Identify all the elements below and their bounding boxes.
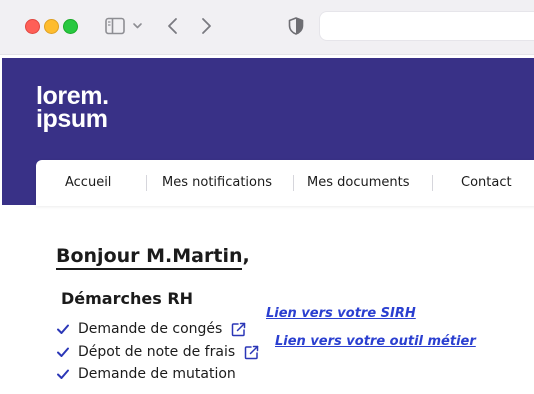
task-label[interactable]: Demande de mutation	[78, 366, 236, 382]
shield-icon	[288, 17, 304, 35]
task-label[interactable]: Dépot de note de frais	[78, 344, 235, 360]
nav-item-contact[interactable]: Contact	[461, 160, 512, 206]
business-tool-link[interactable]: Lien vers votre outil métier	[275, 334, 476, 349]
sidebar-toggle-button[interactable]	[105, 17, 145, 35]
back-arrow-icon	[168, 18, 177, 34]
greeting-name: Bonjour M.Martin	[56, 245, 243, 270]
external-link-icon[interactable]	[243, 344, 260, 361]
nav-divider	[146, 175, 147, 191]
address-bar[interactable]	[320, 12, 534, 40]
sidebar-icon	[105, 17, 142, 35]
forward-button[interactable]	[196, 16, 216, 36]
privacy-report-button[interactable]	[286, 16, 306, 36]
task-item: Demande de congés	[56, 319, 247, 339]
checkmark-icon	[57, 369, 69, 379]
nav-divider	[293, 175, 294, 191]
forward-arrow-icon	[202, 18, 211, 34]
brand-logo[interactable]: lorem. ipsum	[36, 84, 109, 133]
checkmark-icon	[57, 324, 69, 334]
chevron-down-icon	[133, 23, 142, 29]
sirh-link[interactable]: Lien vers votre SIRH	[266, 306, 416, 321]
back-button[interactable]	[163, 16, 183, 36]
task-item: Dépot de note de frais	[56, 342, 260, 362]
nav-item-mes-documents[interactable]: Mes documents	[307, 160, 409, 206]
web-page: lorem. ipsum Accueil Mes notifications M…	[2, 55, 534, 394]
nav-item-mes-notifications[interactable]: Mes notifications	[162, 160, 272, 206]
nav-divider	[432, 175, 433, 191]
main-nav: Accueil Mes notifications Mes documents …	[36, 160, 534, 206]
external-link-icon[interactable]	[230, 321, 247, 338]
greeting-suffix: ,	[242, 245, 250, 267]
nav-item-accueil[interactable]: Accueil	[65, 160, 111, 206]
task-label[interactable]: Demande de congés	[78, 321, 222, 337]
checkmark-icon	[57, 347, 69, 357]
section-title: Démarches RH	[61, 289, 194, 308]
brand-logo-line2: ipsum	[36, 105, 108, 133]
task-item: Demande de mutation	[56, 364, 236, 384]
zoom-window-button[interactable]	[63, 19, 78, 34]
page-greeting: Bonjour M.Martin,	[56, 245, 250, 270]
minimize-window-button[interactable]	[44, 19, 59, 34]
browser-toolbar	[0, 0, 534, 55]
close-window-button[interactable]	[25, 19, 40, 34]
